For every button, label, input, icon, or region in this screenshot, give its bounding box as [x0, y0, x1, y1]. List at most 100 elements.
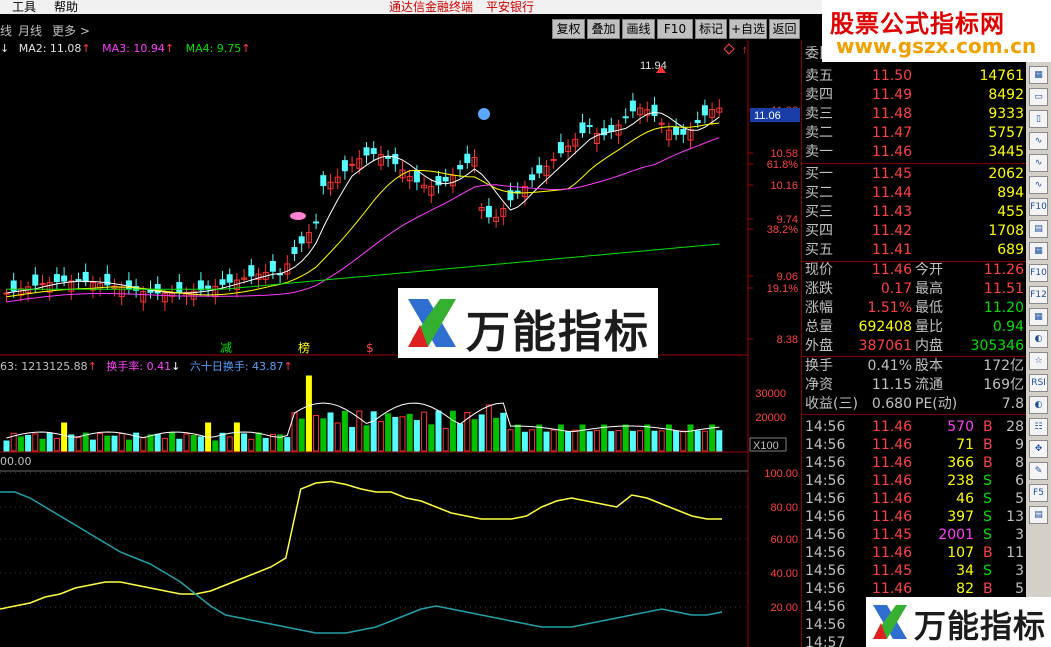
tick-volume: 34: [956, 563, 974, 579]
logo-text: 万能指标: [466, 307, 650, 358]
osc-axis-label: 100.00: [764, 468, 798, 480]
tool-icon[interactable]: ∿: [1029, 176, 1048, 194]
tool-icon[interactable]: ✥: [1029, 440, 1048, 458]
volume-bar: [154, 433, 161, 452]
tool-icon[interactable]: ∿: [1029, 154, 1048, 172]
stat-value: 172亿: [983, 358, 1024, 374]
menu-help[interactable]: 帮助: [54, 0, 78, 14]
candle-body: [680, 128, 687, 135]
osc-axis-label: 80.00: [770, 502, 798, 514]
volume-bar: [471, 419, 478, 452]
candle-body: [226, 274, 233, 283]
volume-bar: [327, 412, 334, 452]
volume-bar: [457, 423, 464, 452]
tool-icon[interactable]: ▤: [1029, 506, 1048, 524]
quote-value: 305346: [970, 338, 1024, 354]
quote-value: 11.46: [871, 262, 912, 278]
tick-time: 14:57: [805, 635, 846, 647]
volume-bar: [176, 438, 183, 452]
candle-body: [536, 165, 543, 174]
volume-bar: [406, 413, 413, 452]
tool-icon[interactable]: ☷: [1029, 418, 1048, 436]
tool-icon[interactable]: ∿: [1029, 132, 1048, 150]
volume-bar: [485, 404, 492, 452]
tool-icon[interactable]: F10: [1029, 198, 1048, 216]
up-arrow-icon: ↑: [87, 360, 97, 373]
bid-price: 11.43: [872, 204, 913, 220]
volume-legend-value: 63: 1213125.88: [0, 360, 88, 373]
volume-bar: [183, 433, 190, 452]
logo-text: 万能指标: [914, 607, 1047, 645]
tool-icon[interactable]: ◐: [1029, 396, 1048, 414]
tick-count: 5: [1015, 491, 1024, 507]
volume-bar: [399, 416, 406, 452]
quote-label: 总量: [805, 319, 833, 335]
period-month[interactable]: 月线: [18, 22, 42, 39]
volume-bar: [212, 440, 219, 452]
tick-row: 14:56 11.45 34 S 3: [802, 562, 1027, 581]
stat-label: 换手: [805, 358, 833, 374]
tick-time: 14:56: [805, 473, 846, 489]
back-button[interactable]: 返回: [769, 19, 800, 39]
tick-side: S: [983, 473, 992, 489]
volume-bar: [140, 437, 147, 452]
candle-body: [32, 274, 39, 286]
f10-button[interactable]: F10: [657, 19, 693, 39]
tool-icon[interactable]: ▯: [1029, 110, 1048, 128]
overlay-button[interactable]: 叠加: [587, 19, 620, 39]
tick-volume: 46: [956, 491, 974, 507]
candle-body: [651, 104, 658, 116]
tool-icon[interactable]: F5: [1029, 484, 1048, 502]
tool-icon[interactable]: ▦: [1029, 242, 1048, 260]
tick-time: 14:56: [805, 437, 846, 453]
volume-bar: [219, 432, 226, 452]
draw-button[interactable]: 画线: [622, 19, 655, 39]
quote-label: 最高: [915, 281, 943, 297]
tick-side: S: [983, 563, 992, 579]
event-mark: 榜: [298, 340, 310, 355]
tick-side: S: [983, 491, 992, 507]
adjust-button[interactable]: 复权: [552, 19, 585, 39]
tool-icon[interactable]: ◐: [1029, 330, 1048, 348]
volume-bar: [658, 430, 665, 452]
mark-button[interactable]: 标记: [695, 19, 727, 39]
candle-body: [457, 165, 464, 170]
price-axis-label: 9.06: [777, 271, 798, 283]
ma-arrow-icon: ↓: [0, 42, 10, 55]
volume-bar: [507, 429, 514, 452]
menu-tools[interactable]: 工具: [12, 0, 36, 14]
tool-icon[interactable]: ▭: [1029, 88, 1048, 106]
tool-icon[interactable]: ☆: [1029, 352, 1048, 370]
bid-row: 买二 11.44 894: [802, 184, 1027, 203]
tool-icon[interactable]: ▦: [1029, 308, 1048, 326]
stat-label: 股本: [915, 358, 943, 374]
add-favorite-button[interactable]: +自选: [729, 19, 767, 39]
current-price-label: 11.06: [754, 110, 781, 122]
tool-icon[interactable]: RSI: [1029, 374, 1048, 392]
bid-label: 买三: [805, 204, 833, 220]
bid-label: 买一: [805, 166, 833, 182]
tool-icon[interactable]: F10: [1029, 264, 1048, 282]
tick-price: 11.46: [872, 419, 913, 435]
period-line[interactable]: 线: [0, 22, 12, 39]
tool-icon[interactable]: ▤: [1029, 220, 1048, 238]
tool-icon[interactable]: F12: [1029, 286, 1048, 304]
candle-body: [586, 125, 593, 128]
tool-icon[interactable]: ✎: [1029, 462, 1048, 480]
period-more[interactable]: 更多 >: [52, 22, 90, 39]
tick-volume: 366: [947, 455, 974, 471]
volume-bar: [75, 437, 82, 452]
volume-bar: [586, 431, 593, 452]
quote-row: 涨跌 0.17 最高 11.51: [802, 280, 1027, 299]
candle-body: [298, 236, 305, 244]
tool-icon[interactable]: ▦: [1029, 66, 1048, 84]
volume-bar: [701, 430, 708, 452]
ask-volume: 5757: [988, 125, 1024, 141]
candle-body: [673, 126, 680, 135]
ma4-line: [6, 243, 720, 290]
tick-row: 14:56 11.46 397 S 13: [802, 508, 1027, 527]
stat-label: PE(动): [915, 396, 958, 412]
tick-count: 6: [1015, 473, 1024, 489]
volume-bar: [349, 427, 356, 452]
candle-body: [485, 205, 492, 218]
